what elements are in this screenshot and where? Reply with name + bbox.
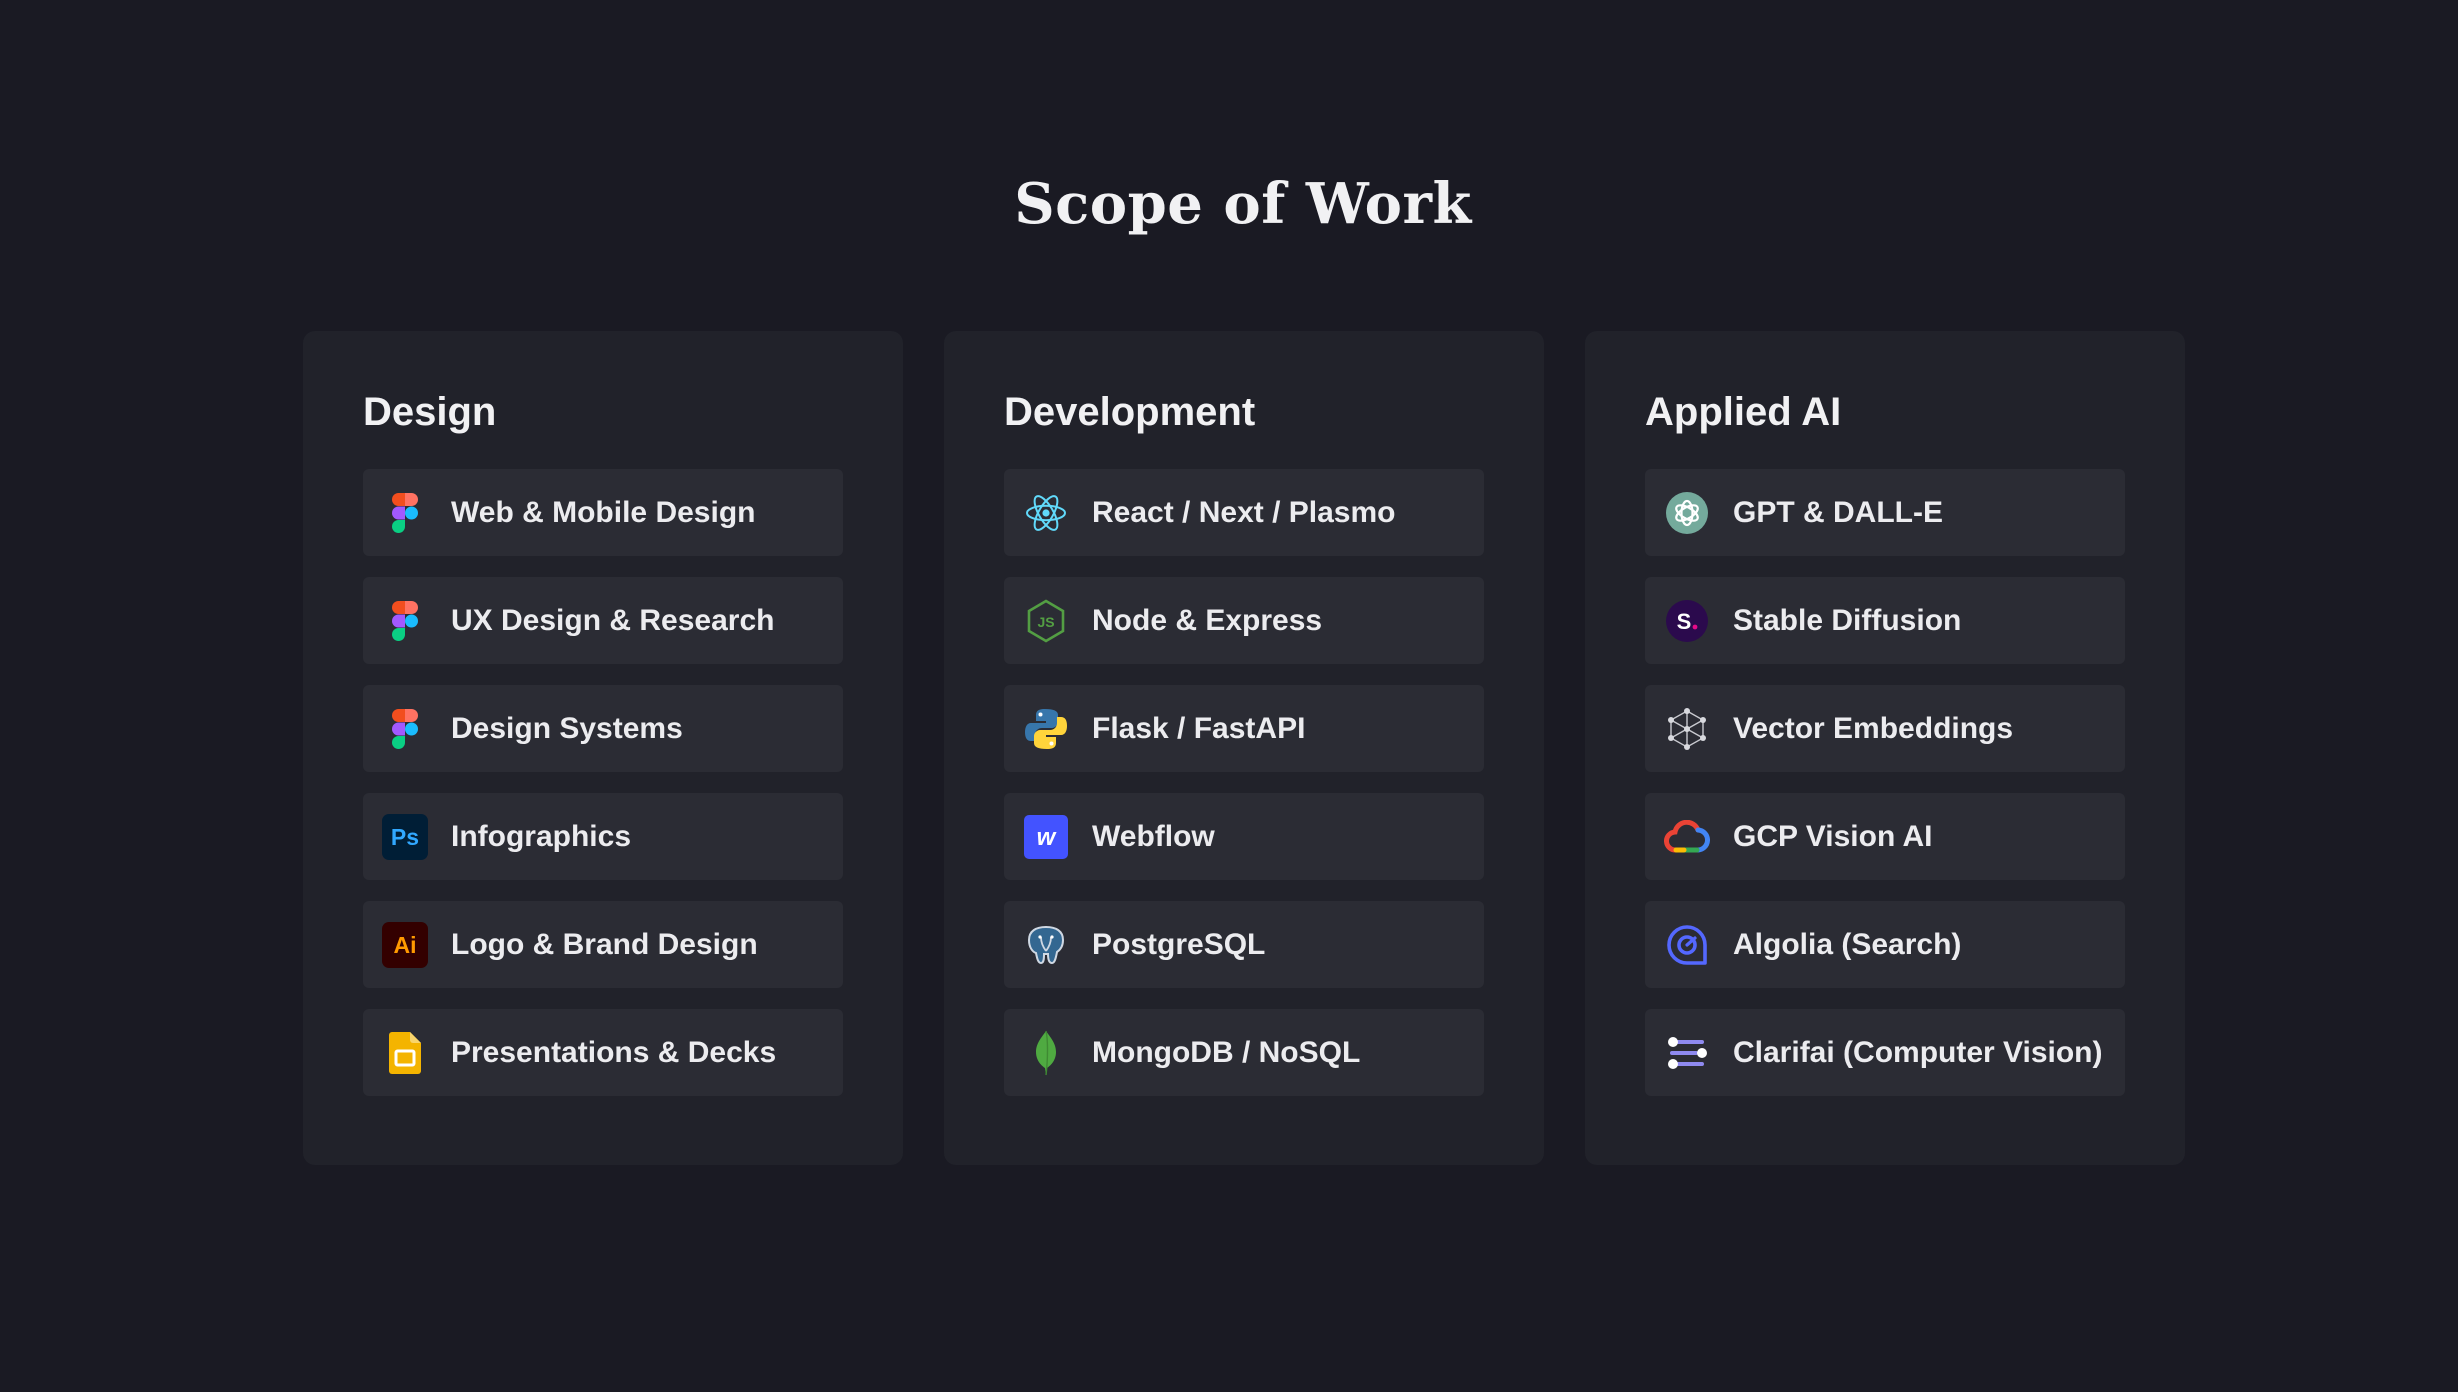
item-label: Algolia (Search)	[1733, 927, 1962, 961]
list-item: Algolia (Search)	[1645, 901, 2125, 988]
list-item: S Stable Diffusion	[1645, 577, 2125, 664]
illustrator-icon: Ai	[381, 921, 429, 969]
figma-icon	[381, 597, 429, 645]
item-label: Clarifai (Computer Vision)	[1733, 1035, 2103, 1069]
item-label: MongoDB / NoSQL	[1092, 1035, 1361, 1069]
item-label: Infographics	[451, 819, 632, 853]
item-label: GCP Vision AI	[1733, 819, 1933, 853]
columns: Design Web & Mobile Design UX Design & R…	[303, 331, 2185, 1165]
react-icon	[1022, 489, 1070, 537]
item-label: Logo & Brand Design	[451, 927, 758, 961]
list-item: GPT & DALL-E	[1645, 469, 2125, 556]
item-label: Web & Mobile Design	[451, 495, 756, 529]
card-title-development: Development	[1004, 390, 1256, 434]
stability-ai-icon: S	[1663, 597, 1711, 645]
list-item: Ai Logo & Brand Design	[363, 901, 843, 988]
item-label: UX Design & Research	[451, 603, 775, 637]
stability-icon-text: S	[1677, 609, 1692, 634]
item-label: Design Systems	[451, 711, 683, 745]
vector-embeddings-icon	[1663, 705, 1711, 753]
list-item: Design Systems	[363, 685, 843, 772]
design-card: Design Web & Mobile Design UX Design & R…	[303, 331, 903, 1165]
list-item: Web & Mobile Design	[363, 469, 843, 556]
item-label: Stable Diffusion	[1733, 603, 1962, 637]
python-icon	[1022, 705, 1070, 753]
development-card: Development React / Next / Plasmo JS Nod…	[944, 331, 1544, 1165]
figma-icon	[381, 705, 429, 753]
list-item: Ps Infographics	[363, 793, 843, 880]
webflow-icon: w	[1022, 813, 1070, 861]
mongodb-icon	[1022, 1029, 1070, 1077]
list-item: JS Node & Express	[1004, 577, 1484, 664]
item-label: Node & Express	[1092, 603, 1323, 637]
item-label: Presentations & Decks	[451, 1035, 777, 1069]
photoshop-icon: Ps	[381, 813, 429, 861]
list-item: React / Next / Plasmo	[1004, 469, 1484, 556]
item-label: Vector Embeddings	[1733, 711, 2014, 745]
applied-ai-card: Applied AI GPT & DALL-E S Stable Diffusi…	[1585, 331, 2185, 1165]
list-item: GCP Vision AI	[1645, 793, 2125, 880]
item-label: Flask / FastAPI	[1092, 711, 1306, 745]
card-title-design: Design	[363, 390, 497, 434]
illustrator-icon-text: Ai	[394, 932, 417, 958]
google-cloud-icon	[1663, 813, 1711, 861]
photoshop-icon-text: Ps	[391, 824, 419, 850]
list-item: Presentations & Decks	[363, 1009, 843, 1096]
nodejs-icon: JS	[1022, 597, 1070, 645]
item-label: PostgreSQL	[1092, 927, 1266, 961]
postgresql-icon	[1022, 921, 1070, 969]
algolia-icon	[1663, 921, 1711, 969]
google-slides-icon	[381, 1029, 429, 1077]
item-label: React / Next / Plasmo	[1092, 495, 1396, 529]
list-item: PostgreSQL	[1004, 901, 1484, 988]
item-label: Webflow	[1092, 819, 1215, 853]
openai-icon	[1663, 489, 1711, 537]
clarifai-icon	[1663, 1029, 1711, 1077]
webflow-icon-text: w	[1037, 824, 1057, 851]
figma-icon	[381, 489, 429, 537]
list-item: UX Design & Research	[363, 577, 843, 664]
list-item: Vector Embeddings	[1645, 685, 2125, 772]
list-item: Flask / FastAPI	[1004, 685, 1484, 772]
nodejs-icon-text: JS	[1037, 614, 1054, 630]
list-item: w Webflow	[1004, 793, 1484, 880]
list-item: MongoDB / NoSQL	[1004, 1009, 1484, 1096]
card-title-applied-ai: Applied AI	[1645, 390, 1842, 434]
list-item: Clarifai (Computer Vision)	[1645, 1009, 2125, 1096]
page-title: Scope of Work	[1014, 171, 1472, 237]
item-label: GPT & DALL-E	[1733, 495, 1943, 529]
